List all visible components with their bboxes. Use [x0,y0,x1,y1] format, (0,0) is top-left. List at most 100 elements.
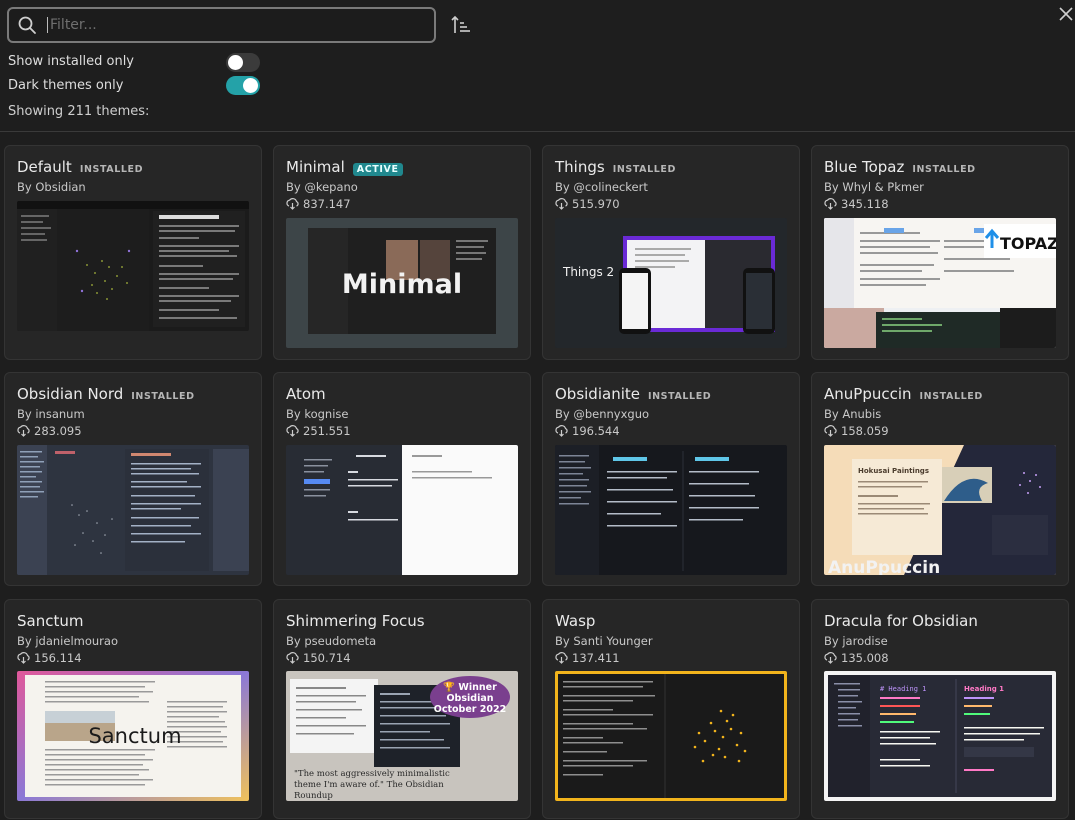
theme-card-shimmering-focus[interactable]: Shimmering Focus By pseudometa 150.714 🏆… [273,599,531,819]
download-cloud-icon [17,425,30,437]
theme-card-obsidianite[interactable]: Obsidianite INSTALLED By @bennyxguo 196.5… [542,372,800,586]
theme-author: By pseudometa [286,634,377,648]
download-count: 251.551 [286,424,351,438]
search-icon [18,16,36,34]
theme-preview [555,445,787,575]
downloads-value: 345.118 [841,197,889,211]
theme-card-blue-topaz[interactable]: Blue Topaz INSTALLED By Whyl & Pkmer 345.… [811,145,1069,360]
downloads-value: 156.114 [34,651,82,665]
theme-card-default[interactable]: Default INSTALLED By Obsidian [4,145,262,360]
download-count: 158.059 [824,424,889,438]
toggle-knob [228,55,243,70]
preview-title: Minimal [342,269,462,300]
theme-preview: Sanctum [17,671,249,801]
dark-themes-toggle[interactable] [226,76,260,95]
theme-name: Minimal [286,158,345,176]
winner-badge: 🏆 Winner Obsidian October 2022 [433,682,507,715]
theme-author: By kognise [286,407,349,421]
download-cloud-icon [824,425,837,437]
theme-card-things[interactable]: Things INSTALLED By @colineckert 515.970 … [542,145,800,360]
theme-author: By @bennyxguo [555,407,650,421]
download-count: 345.118 [824,197,889,211]
show-installed-label: Show installed only [8,54,135,69]
theme-count: Showing 211 themes: [8,104,150,119]
theme-author: By Anubis [824,407,882,421]
installed-badge: INSTALLED [131,391,195,402]
sort-ascending-icon[interactable] [450,14,472,36]
installed-badge: INSTALLED [919,391,983,402]
toggle-knob [243,78,258,93]
theme-card-anuppuccin[interactable]: AnuPpuccin INSTALLED By Anubis 158.059 Ho… [811,372,1069,586]
downloads-value: 196.544 [572,424,620,438]
preview-heading: Heading 1 [964,685,1004,693]
theme-name: Obsidianite [555,385,640,403]
theme-preview: Hokusai Paintings AnuPpuccin [824,445,1056,575]
theme-card-atom[interactable]: Atom By kognise 251.551 [273,372,531,586]
theme-preview: Things 2 [555,218,787,348]
download-count: 156.114 [17,651,82,665]
downloads-value: 283.095 [34,424,82,438]
theme-browser-header: Show installed only Dark themes only Sho… [0,0,1075,132]
active-badge: ACTIVE [352,163,403,176]
theme-preview: # Heading 1 Heading 1 [824,671,1056,801]
theme-preview [17,445,249,575]
theme-card-dracula[interactable]: Dracula for Obsidian By jarodise 135.008… [811,599,1069,819]
preview-quote: "The most aggressively minimalistic them… [294,769,450,801]
theme-card-sanctum[interactable]: Sanctum By jdanielmourao 156.114 Sanctum [4,599,262,819]
download-cloud-icon [824,652,837,664]
downloads-value: 837.147 [303,197,351,211]
theme-author: By insanum [17,407,85,421]
downloads-value: 135.008 [841,651,889,665]
theme-author: By @kepano [286,180,358,194]
theme-name: Sanctum [17,612,84,630]
theme-name: Wasp [555,612,596,630]
preview-title: AnuPpuccin [828,558,940,575]
download-cloud-icon [555,425,568,437]
downloads-value: 251.551 [303,424,351,438]
theme-name: Shimmering Focus [286,612,425,630]
downloads-value: 158.059 [841,424,889,438]
theme-author: By Santi Younger [555,634,653,648]
dark-themes-label: Dark themes only [8,78,124,93]
theme-preview: TOPAZ [824,218,1056,348]
theme-name: AnuPpuccin [824,385,912,403]
installed-badge: INSTALLED [79,164,144,175]
download-cloud-icon [286,425,299,437]
download-count: 196.544 [555,424,620,438]
theme-preview: 🏆 Winner Obsidian October 2022 "The most… [286,671,518,801]
theme-card-obsidian-nord[interactable]: Obsidian Nord INSTALLED By insanum 283.09… [4,372,262,586]
theme-preview [286,445,518,575]
download-count: 837.147 [286,197,351,211]
theme-author: By jarodise [824,634,888,648]
theme-author: By Obsidian [17,180,86,194]
theme-name: Blue Topaz [824,158,905,176]
download-count: 135.008 [824,651,889,665]
theme-name: Dracula for Obsidian [824,612,978,630]
theme-author: By Whyl & Pkmer [824,180,924,194]
close-icon[interactable] [1057,5,1075,23]
theme-author: By jdanielmourao [17,634,118,648]
theme-card-wasp[interactable]: Wasp By Santi Younger 137.411 [542,599,800,819]
preview-title: Sanctum [88,724,181,748]
download-cloud-icon [286,652,299,664]
theme-name: Default [17,158,72,176]
theme-author: By @colineckert [555,180,648,194]
download-cloud-icon [17,652,30,664]
download-count: 283.095 [17,424,82,438]
installed-badge: INSTALLED [647,391,712,402]
download-cloud-icon [555,198,568,210]
search-box[interactable] [7,7,436,43]
show-installed-toggle[interactable] [226,53,260,72]
theme-card-minimal[interactable]: Minimal ACTIVE By @kepano 837.147 Minimal [273,145,531,360]
download-cloud-icon [555,652,568,664]
installed-badge: INSTALLED [612,164,676,175]
preview-title: # Heading 1 [880,685,926,693]
downloads-value: 137.411 [572,651,620,665]
search-input[interactable] [47,17,407,33]
preview-title: Things 2 [562,265,614,279]
downloads-value: 150.714 [303,651,351,665]
theme-preview: Minimal [286,218,518,348]
download-cloud-icon [824,198,837,210]
preview-subtitle: Hokusai Paintings [858,467,929,475]
download-cloud-icon [286,198,299,210]
